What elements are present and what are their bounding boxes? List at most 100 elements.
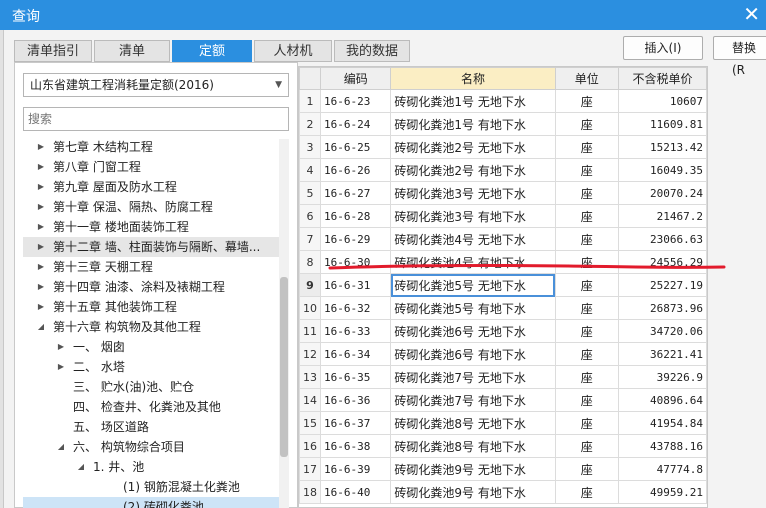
tab-quota[interactable]: 定额: [172, 40, 252, 62]
tree-node[interactable]: ▶ 第十二章 墙、柱面装饰与隔断、幕墙...: [23, 237, 279, 257]
tree-node[interactable]: 四、 检查井、化粪池及其他: [23, 397, 279, 417]
tree-node[interactable]: ▶ 第十五章 其他装饰工程: [23, 297, 279, 317]
cell-unit[interactable]: 座: [554, 158, 619, 182]
cell-price[interactable]: 49959.21: [617, 480, 707, 504]
cell-unit[interactable]: 座: [554, 204, 619, 228]
cell-unit[interactable]: 座: [554, 365, 619, 389]
tree-node[interactable]: ◢ 六、 构筑物综合项目: [23, 437, 279, 457]
triangle-right-icon[interactable]: ▶: [35, 237, 47, 257]
tree-node[interactable]: ▶ 二、 水塔: [23, 357, 279, 377]
cell-price[interactable]: 21467.2: [617, 204, 707, 228]
cell-unit[interactable]: 座: [554, 89, 619, 113]
chevron-down-icon[interactable]: ▼: [275, 74, 282, 96]
table-row[interactable]: 18 16-6-40 砖砌化粪池9号 有地下水座 49959.21: [299, 480, 707, 504]
table-row[interactable]: 8 16-6-30 砖砌化粪池4号 有地下水座 24556.29: [299, 250, 707, 274]
cell-code[interactable]: 16-6-38: [319, 434, 392, 458]
cell-price[interactable]: 24556.29: [617, 250, 707, 274]
column-header-code[interactable]: 编码: [319, 67, 392, 90]
triangle-right-icon[interactable]: ▶: [55, 337, 67, 357]
cell-price[interactable]: 40896.64: [617, 388, 707, 412]
cell-name[interactable]: 砖砌化粪池9号 无地下水: [390, 457, 556, 481]
table-row[interactable]: 5 16-6-27 砖砌化粪池3号 无地下水座 20070.24: [299, 181, 707, 205]
cell-name[interactable]: 砖砌化粪池9号 有地下水: [390, 480, 556, 504]
cell-code[interactable]: 16-6-24: [319, 112, 392, 136]
cell-name[interactable]: 砖砌化粪池4号 无地下水: [390, 227, 556, 251]
tab-labor-material-machine[interactable]: 人材机: [254, 40, 332, 62]
triangle-down-icon[interactable]: ◢: [35, 317, 47, 337]
cell-name[interactable]: 砖砌化粪池5号 无地下水: [390, 273, 556, 297]
table-row[interactable]: 15 16-6-37 砖砌化粪池8号 无地下水座 41954.84: [299, 411, 707, 435]
tree-search-input[interactable]: [23, 107, 289, 131]
table-row[interactable]: 6 16-6-28 砖砌化粪池3号 有地下水座 21467.2: [299, 204, 707, 228]
cell-unit[interactable]: 座: [554, 388, 619, 412]
tree-node[interactable]: 五、 场区道路: [23, 417, 279, 437]
cell-name[interactable]: 砖砌化粪池4号 有地下水: [390, 250, 556, 274]
tab-bill-guide[interactable]: 清单指引: [14, 40, 92, 62]
cell-unit[interactable]: 座: [554, 273, 619, 297]
cell-code[interactable]: 16-6-31: [319, 273, 392, 297]
cell-price[interactable]: 20070.24: [617, 181, 707, 205]
tree-node[interactable]: ▶ 第七章 木结构工程: [23, 137, 279, 157]
cell-unit[interactable]: 座: [554, 342, 619, 366]
cell-price[interactable]: 36221.41: [617, 342, 707, 366]
triangle-right-icon[interactable]: ▶: [35, 257, 47, 277]
tree-node[interactable]: (1) 钢筋混凝土化粪池: [23, 477, 279, 497]
triangle-down-icon[interactable]: ◢: [55, 437, 67, 457]
cell-price[interactable]: 39226.9: [617, 365, 707, 389]
cell-unit[interactable]: 座: [554, 319, 619, 343]
cell-price[interactable]: 47774.8: [617, 457, 707, 481]
cell-name[interactable]: 砖砌化粪池5号 有地下水: [390, 296, 556, 320]
cell-code[interactable]: 16-6-33: [319, 319, 392, 343]
insert-button[interactable]: 插入(I): [623, 36, 703, 60]
cell-code[interactable]: 16-6-26: [319, 158, 392, 182]
quota-library-select[interactable]: 山东省建筑工程消耗量定额(2016) ▼: [23, 73, 289, 97]
cell-name[interactable]: 砖砌化粪池3号 无地下水: [390, 181, 556, 205]
cell-code[interactable]: 16-6-36: [319, 388, 392, 412]
cell-code[interactable]: 16-6-32: [319, 296, 392, 320]
cell-name[interactable]: 砖砌化粪池2号 无地下水: [390, 135, 556, 159]
column-header-unit[interactable]: 单位: [554, 67, 619, 90]
tree-node[interactable]: ▶ 第十章 保温、隔热、防腐工程: [23, 197, 279, 217]
table-row[interactable]: 3 16-6-25 砖砌化粪池2号 无地下水座 15213.42: [299, 135, 707, 159]
cell-price[interactable]: 10607: [617, 89, 707, 113]
cell-price[interactable]: 41954.84: [617, 411, 707, 435]
cell-unit[interactable]: 座: [554, 296, 619, 320]
cell-code[interactable]: 16-6-39: [319, 457, 392, 481]
cell-name[interactable]: 砖砌化粪池3号 有地下水: [390, 204, 556, 228]
table-row[interactable]: 1 16-6-23 砖砌化粪池1号 无地下水座 10607: [299, 89, 707, 113]
triangle-right-icon[interactable]: ▶: [35, 177, 47, 197]
cell-price[interactable]: 25227.19: [617, 273, 707, 297]
cell-unit[interactable]: 座: [554, 227, 619, 251]
cell-name[interactable]: 砖砌化粪池1号 有地下水: [390, 112, 556, 136]
triangle-right-icon[interactable]: ▶: [35, 157, 47, 177]
table-row[interactable]: 12 16-6-34 砖砌化粪池6号 有地下水座 36221.41: [299, 342, 707, 366]
cell-code[interactable]: 16-6-40: [319, 480, 392, 504]
cell-name[interactable]: 砖砌化粪池8号 有地下水: [390, 434, 556, 458]
cell-unit[interactable]: 座: [554, 480, 619, 504]
cell-code[interactable]: 16-6-34: [319, 342, 392, 366]
cell-code[interactable]: 16-6-29: [319, 227, 392, 251]
cell-code[interactable]: 16-6-28: [319, 204, 392, 228]
cell-code[interactable]: 16-6-25: [319, 135, 392, 159]
cell-name[interactable]: 砖砌化粪池1号 无地下水: [390, 89, 556, 113]
column-header-price[interactable]: 不含税单价: [617, 67, 707, 90]
tree-node[interactable]: ◢ 1. 井、池: [23, 457, 279, 477]
column-header-name[interactable]: 名称: [390, 67, 556, 90]
cell-name[interactable]: 砖砌化粪池8号 无地下水: [390, 411, 556, 435]
triangle-right-icon[interactable]: ▶: [35, 137, 47, 157]
cell-code[interactable]: 16-6-27: [319, 181, 392, 205]
triangle-right-icon[interactable]: ▶: [35, 277, 47, 297]
cell-price[interactable]: 15213.42: [617, 135, 707, 159]
cell-code[interactable]: 16-6-37: [319, 411, 392, 435]
table-row[interactable]: 4 16-6-26 砖砌化粪池2号 有地下水座 16049.35: [299, 158, 707, 182]
cell-unit[interactable]: 座: [554, 457, 619, 481]
cell-price[interactable]: 23066.63: [617, 227, 707, 251]
tab-bill[interactable]: 清单: [94, 40, 170, 62]
table-row[interactable]: 14 16-6-36 砖砌化粪池7号 有地下水座 40896.64: [299, 388, 707, 412]
cell-name[interactable]: 砖砌化粪池6号 无地下水: [390, 319, 556, 343]
replace-button[interactable]: 替换(R: [713, 36, 766, 77]
cell-price[interactable]: 34720.06: [617, 319, 707, 343]
triangle-right-icon[interactable]: ▶: [35, 217, 47, 237]
table-row[interactable]: 2 16-6-24 砖砌化粪池1号 有地下水座 11609.81: [299, 112, 707, 136]
tree-node[interactable]: ▶ 一、 烟囱: [23, 337, 279, 357]
